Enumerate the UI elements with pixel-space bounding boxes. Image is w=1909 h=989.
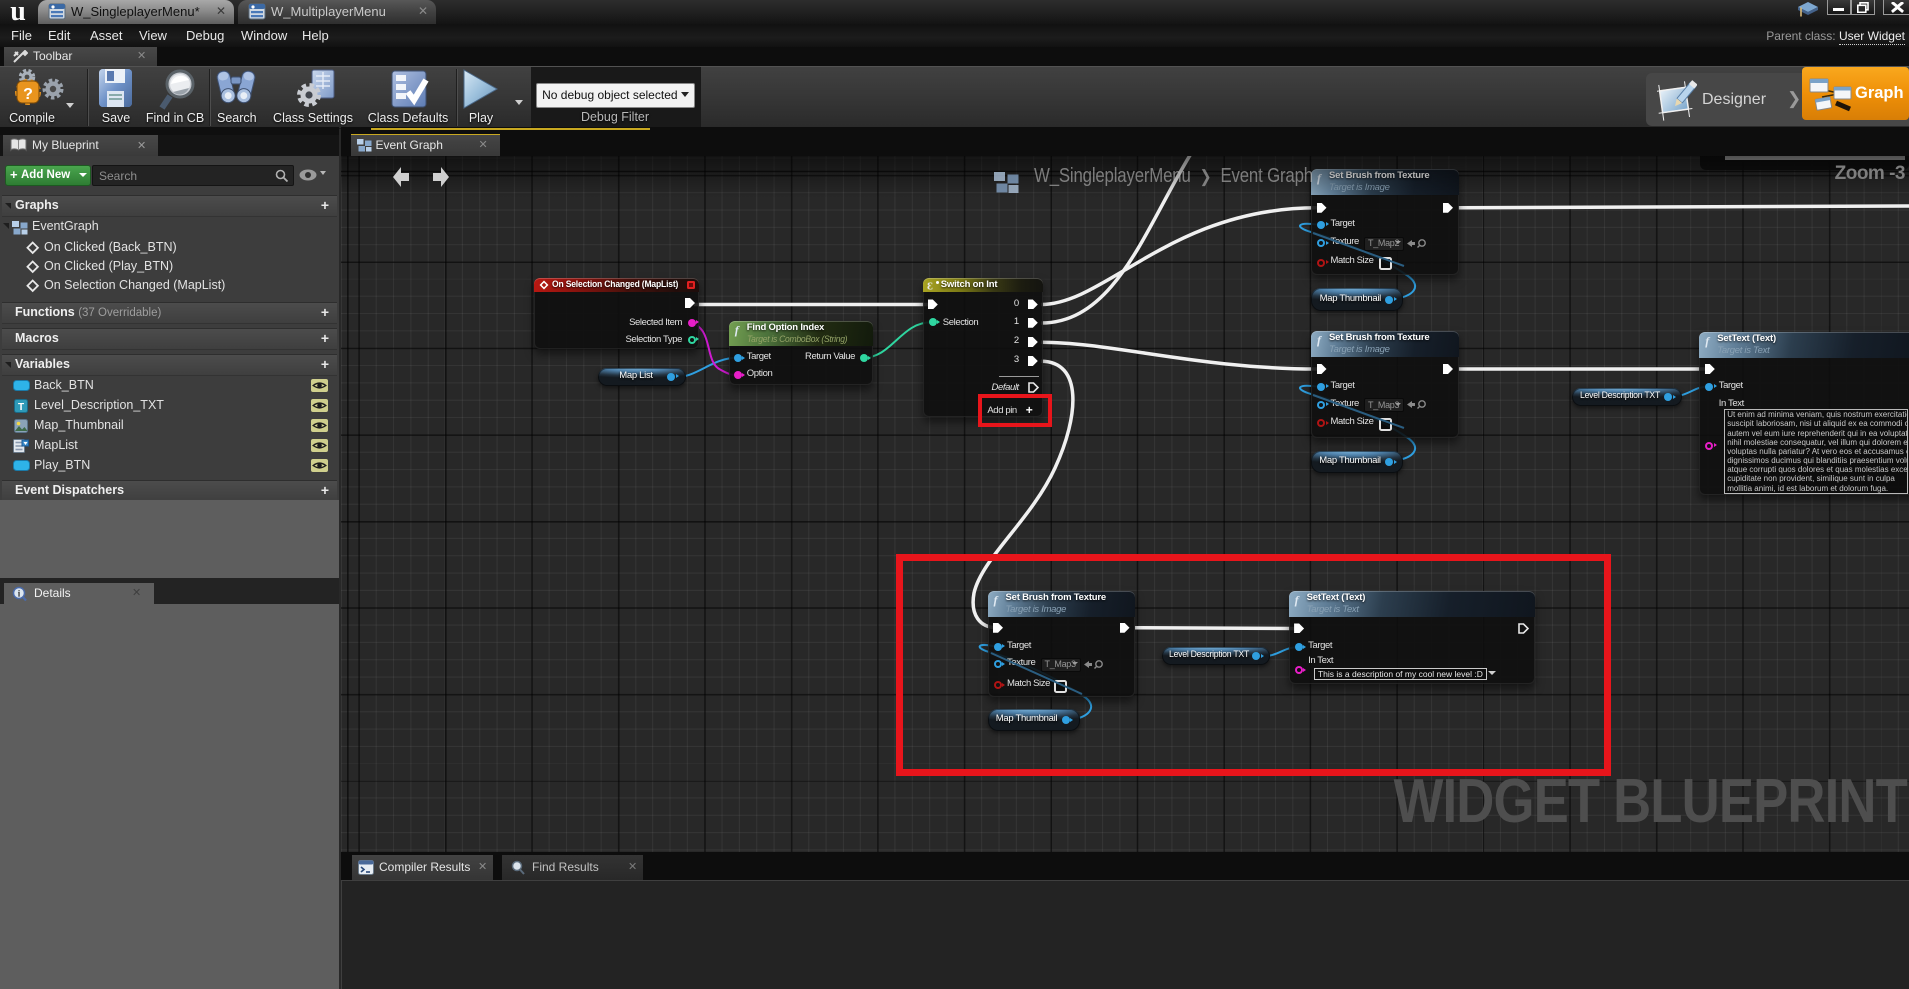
- svg-text:Ɛ: Ɛ: [927, 280, 933, 291]
- svg-text:?: ?: [23, 86, 33, 103]
- svg-text:T: T: [18, 402, 24, 413]
